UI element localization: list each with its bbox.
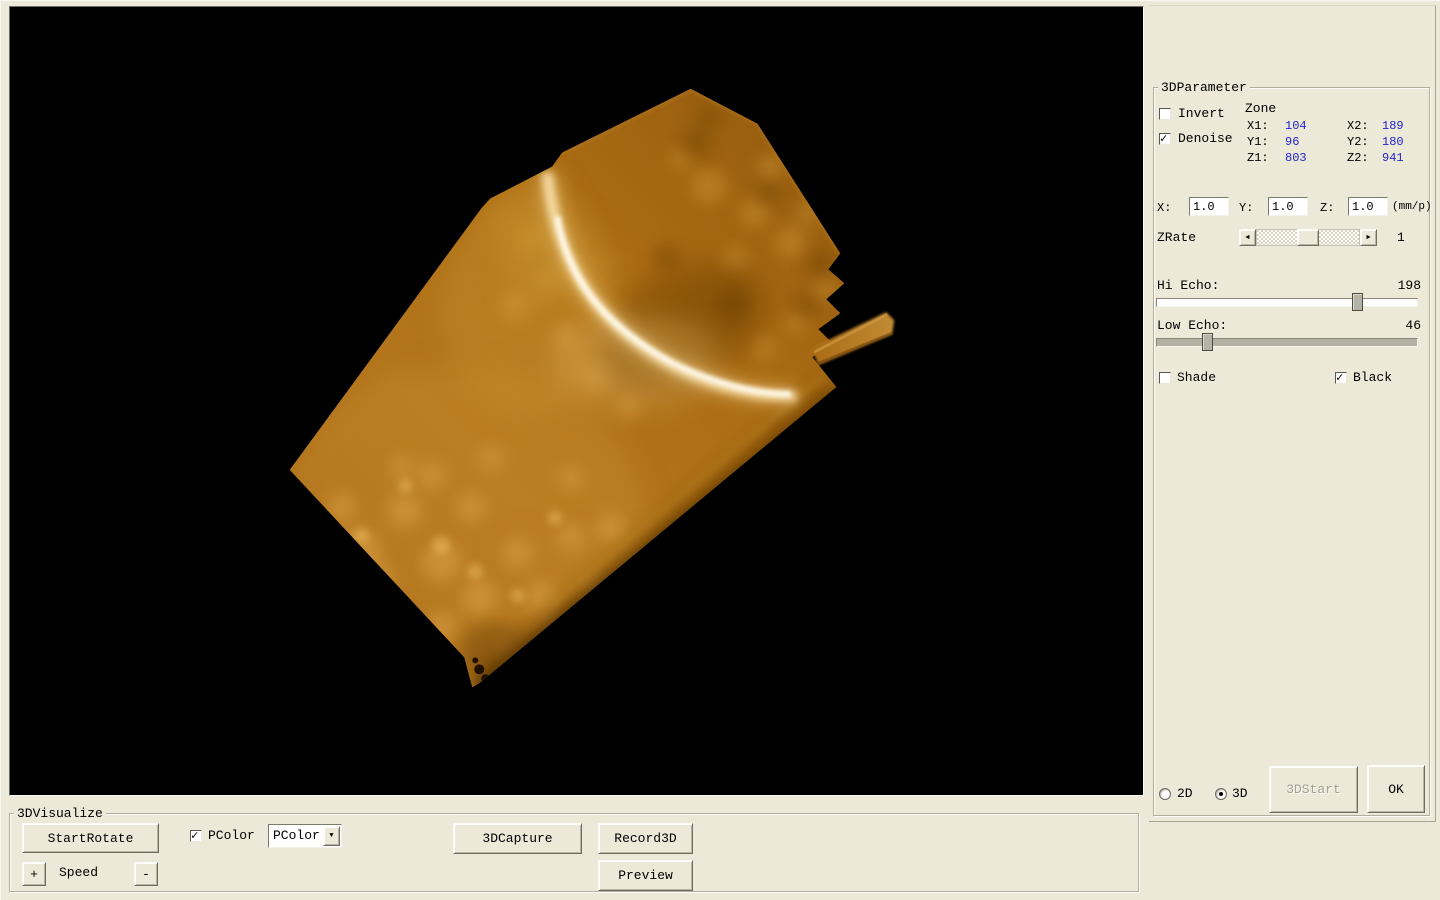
- mode-3d-label: 3D: [1232, 787, 1248, 801]
- check-icon: ✓: [191, 828, 198, 843]
- zone-y1-label: Y1:: [1247, 135, 1269, 149]
- speed-minus-button[interactable]: -: [134, 862, 158, 886]
- volume-render-3d: [10, 7, 1143, 795]
- low-echo-label: Low Echo:: [1157, 319, 1227, 333]
- invert-checkbox[interactable]: ✓: [1159, 108, 1171, 120]
- pcolor-dropdown[interactable]: PColor ▼: [268, 824, 342, 848]
- invert-label: Invert: [1178, 107, 1225, 121]
- zone-y1-value: 96: [1285, 135, 1299, 149]
- scale-z-label: Z:: [1320, 201, 1334, 215]
- scale-z-field[interactable]: [1348, 197, 1388, 216]
- zone-z2-value: 941: [1382, 151, 1404, 165]
- zone-z2-label: Z2:: [1347, 151, 1369, 165]
- dropdown-arrow-button[interactable]: ▼: [323, 826, 340, 846]
- low-echo-value: 46: [1391, 319, 1421, 333]
- render-viewport[interactable]: [9, 6, 1144, 796]
- denoise-label: Denoise: [1178, 132, 1233, 146]
- radio-dot: [1219, 792, 1223, 796]
- app-window: 3DParameter ✓ Invert ✓ Denoise Zone X1: …: [0, 0, 1440, 900]
- low-echo-slider-thumb[interactable]: [1202, 333, 1213, 351]
- zrate-value: 1: [1397, 231, 1405, 245]
- arrow-down-icon: ▼: [329, 832, 333, 840]
- group-3dvisualize-title: 3DVisualize: [14, 806, 106, 821]
- start3d-button[interactable]: 3DStart: [1269, 766, 1358, 813]
- zone-x2-value: 189: [1382, 119, 1404, 133]
- shade-label: Shade: [1177, 371, 1216, 385]
- scroll-right-button[interactable]: ►: [1360, 229, 1377, 246]
- group-3dparameter-title: 3DParameter: [1158, 80, 1250, 95]
- hi-echo-label: Hi Echo:: [1157, 279, 1219, 293]
- record3d-button[interactable]: Record3D: [598, 823, 693, 854]
- hi-echo-slider-track[interactable]: [1156, 298, 1418, 307]
- scale-y-label: Y:: [1239, 201, 1253, 215]
- shade-checkbox[interactable]: ✓: [1159, 372, 1171, 384]
- zone-y2-value: 180: [1382, 135, 1404, 149]
- mode-3d-radio[interactable]: [1215, 788, 1227, 800]
- pcolor-checkbox[interactable]: ✓: [190, 830, 202, 842]
- zone-z1-value: 803: [1285, 151, 1307, 165]
- mode-2d-label: 2D: [1177, 787, 1193, 801]
- zrate-scrollbar-thumb[interactable]: [1297, 229, 1319, 246]
- pcolor-label: PColor: [208, 829, 255, 843]
- speed-plus-button[interactable]: +: [22, 862, 46, 886]
- scale-unit-label: (mm/p): [1392, 200, 1432, 214]
- hi-echo-slider-thumb[interactable]: [1352, 293, 1363, 311]
- speed-label: Speed: [59, 866, 98, 880]
- low-echo-slider-track[interactable]: [1156, 338, 1418, 347]
- check-icon: ✓: [1336, 370, 1343, 385]
- zone-x1-value: 104: [1285, 119, 1307, 133]
- capture3d-button[interactable]: 3DCapture: [453, 823, 582, 854]
- black-checkbox[interactable]: ✓: [1335, 372, 1347, 384]
- zrate-scrollbar[interactable]: ◄ ►: [1239, 229, 1377, 246]
- zone-z1-label: Z1:: [1247, 151, 1269, 165]
- scale-y-field[interactable]: [1268, 197, 1308, 216]
- mode-2d-radio[interactable]: [1159, 788, 1171, 800]
- zrate-label: ZRate: [1157, 231, 1196, 245]
- denoise-checkbox[interactable]: ✓: [1159, 133, 1171, 145]
- arrow-left-icon: ◄: [1245, 234, 1249, 242]
- pcolor-dropdown-value: PColor: [273, 828, 320, 843]
- zone-title: Zone: [1245, 102, 1276, 116]
- scale-x-field[interactable]: [1189, 197, 1229, 216]
- zone-x1-label: X1:: [1247, 119, 1269, 133]
- preview-button[interactable]: Preview: [598, 860, 693, 891]
- arrow-right-icon: ►: [1366, 234, 1370, 242]
- ok-button[interactable]: OK: [1367, 765, 1425, 813]
- zone-x2-label: X2:: [1347, 119, 1369, 133]
- black-label: Black: [1353, 371, 1392, 385]
- start-rotate-button[interactable]: StartRotate: [22, 823, 159, 853]
- check-icon: ✓: [1160, 131, 1167, 146]
- zone-y2-label: Y2:: [1347, 135, 1369, 149]
- hi-echo-value: 198: [1391, 279, 1421, 293]
- scale-x-label: X:: [1157, 201, 1171, 215]
- scroll-left-button[interactable]: ◄: [1239, 229, 1256, 246]
